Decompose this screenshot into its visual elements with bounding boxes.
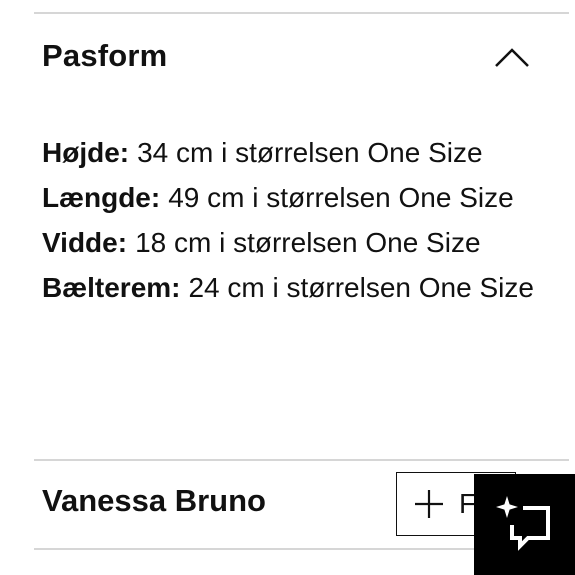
- sparkle-chat-icon: [495, 495, 550, 551]
- chevron-up-icon[interactable]: [494, 46, 530, 68]
- spec-length: Længde: 49 cm i størrelsen One Size: [42, 175, 542, 220]
- top-divider: [34, 12, 569, 14]
- spec-value: 49 cm i størrelsen One Size: [168, 182, 514, 213]
- spec-label: Højde:: [42, 137, 130, 168]
- section-title: Pasform: [42, 38, 168, 73]
- fit-specs-list: Højde: 34 cm i størrelsen One Size Længde…: [42, 130, 542, 310]
- spec-value: 24 cm i størrelsen One Size: [188, 272, 534, 303]
- spec-value: 34 cm i størrelsen One Size: [137, 137, 483, 168]
- plus-icon: [415, 490, 443, 518]
- spec-value: 18 cm i størrelsen One Size: [135, 227, 481, 258]
- spec-label: Vidde:: [42, 227, 128, 258]
- ai-chat-button[interactable]: [474, 474, 575, 575]
- spec-label: Bælterem:: [42, 272, 181, 303]
- spec-height: Højde: 34 cm i størrelsen One Size: [42, 130, 542, 175]
- brand-name[interactable]: Vanessa Bruno: [42, 483, 266, 519]
- spec-strap: Bælterem: 24 cm i størrelsen One Size: [42, 265, 542, 310]
- spec-width: Vidde: 18 cm i størrelsen One Size: [42, 220, 542, 265]
- middle-divider: [34, 459, 569, 461]
- pasform-accordion-header[interactable]: Pasform: [42, 36, 542, 80]
- spec-label: Længde:: [42, 182, 161, 213]
